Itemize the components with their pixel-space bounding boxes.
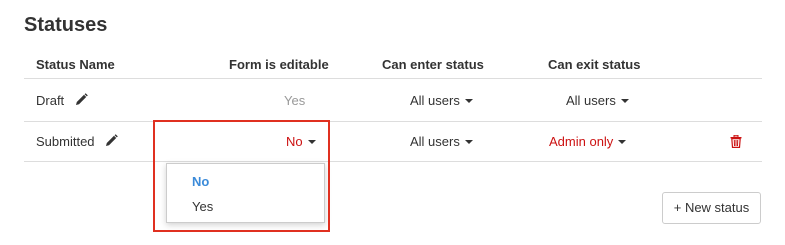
caret-down-icon <box>464 139 473 144</box>
caret-down-icon <box>464 98 473 103</box>
header-form-editable: Form is editable <box>229 57 329 72</box>
header-can-exit: Can exit status <box>548 57 641 72</box>
status-name: Draft <box>36 93 65 108</box>
new-status-button[interactable]: + New status <box>662 192 761 224</box>
trash-icon[interactable] <box>730 134 742 153</box>
can-exit-value: All users <box>566 93 616 108</box>
highlight-annotation <box>153 120 330 232</box>
header-divider <box>24 78 762 79</box>
page-title: Statuses <box>24 14 108 36</box>
table-row-submitted: Submitted <box>36 133 118 151</box>
header-status-name: Status Name <box>36 57 115 72</box>
caret-down-icon <box>618 139 627 144</box>
can-enter-value: All users <box>410 134 460 149</box>
row-divider <box>24 161 762 162</box>
table-row-draft: Draft <box>36 92 88 110</box>
row-divider <box>24 121 762 122</box>
pencil-icon[interactable] <box>105 133 118 150</box>
statuses-panel: Statuses Status Name Form is editable Ca… <box>0 0 785 245</box>
can-exit-select[interactable]: Admin only <box>549 134 627 149</box>
caret-down-icon <box>620 98 629 103</box>
can-exit-select[interactable]: All users <box>566 93 629 108</box>
form-editable-value[interactable]: Yes <box>284 93 305 108</box>
status-name: Submitted <box>36 134 95 149</box>
can-exit-value: Admin only <box>549 134 614 149</box>
can-enter-select[interactable]: All users <box>410 134 473 149</box>
header-can-enter: Can enter status <box>382 57 484 72</box>
can-enter-value: All users <box>410 93 460 108</box>
pencil-icon[interactable] <box>75 92 88 109</box>
can-enter-select[interactable]: All users <box>410 93 473 108</box>
